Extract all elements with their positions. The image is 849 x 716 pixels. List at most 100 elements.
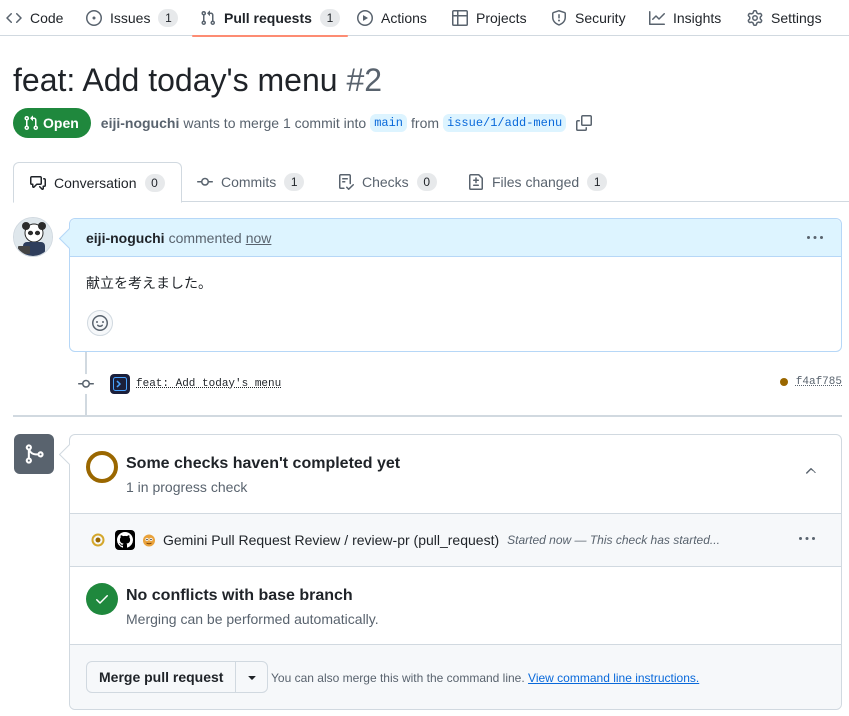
nav-settings-label: Settings [771,10,822,26]
base-branch[interactable]: main [370,114,408,132]
checks-summary[interactable]: Some checks haven't completed yet 1 in p… [70,435,841,514]
pending-dot-icon[interactable] [779,378,788,386]
conflicts-title: No conflicts with base branch [126,587,353,604]
tab-conversation-label: Conversation [54,174,137,191]
comment-author[interactable]: eiji-noguchi [86,230,165,246]
checklist-icon [338,174,354,190]
code-icon [6,10,22,26]
commit-sha-link[interactable]: f4af785 [796,376,842,388]
command-line-instructions-link[interactable]: View command line instructions. [528,671,699,685]
head-branch[interactable]: issue/1/add-menu [443,114,567,132]
nav-security[interactable]: Security [551,0,626,36]
pr-title: feat: Add today's menu #2 [13,62,382,99]
tab-commits-label: Commits [221,174,277,190]
conversation-counter: 0 [144,173,165,192]
comment-body: 献立を考えました。 [86,276,212,292]
issue-opened-icon [86,10,102,26]
checks-subtitle: 1 in progress check [126,479,248,495]
play-icon [357,10,373,26]
comment-header: eiji-noguchi commented now [70,219,841,257]
commit-author-avatar[interactable] [110,374,130,394]
check-circle-icon [86,583,118,615]
merge-method-dropdown[interactable] [235,662,267,692]
commits-counter: 1 [284,173,305,191]
tab-conversation[interactable]: Conversation 0 [13,162,182,203]
nav-settings[interactable]: Settings [747,0,822,36]
chevron-up-icon[interactable] [803,463,819,479]
nav-pull-requests-label: Pull requests [224,10,312,26]
pending-ring-icon [86,451,118,483]
pr-state-badge: Open [13,108,91,138]
nav-issues[interactable]: Issues 1 [86,0,179,36]
avatar[interactable] [13,217,53,257]
in-progress-icon [90,532,106,548]
comment-action: commented [168,229,242,246]
pr-author-link[interactable]: eiji-noguchi [101,115,180,131]
git-commit-icon [197,174,213,190]
conflicts-status: No conflicts with base branch Merging ca… [70,567,841,645]
bot-emoji-icon [142,533,156,547]
nav-insights[interactable]: Insights [649,0,721,36]
files-changed-counter: 1 [587,173,608,191]
comment-timestamp[interactable]: now [246,230,272,246]
merge-actions: Merge pull request You can also merge th… [70,645,841,709]
nav-actions-label: Actions [381,10,427,26]
nav-insights-label: Insights [673,10,722,26]
add-reaction-button[interactable] [87,310,113,336]
git-pull-request-icon [200,10,216,26]
merge-hint: You can also merge this with the command… [271,671,699,685]
checks-counter: 0 [416,173,437,191]
commit-message-link[interactable]: feat: Add today's menu [136,378,281,390]
tab-checks-label: Checks [362,174,409,190]
nav-actions[interactable]: Actions [357,0,427,36]
nav-projects-label: Projects [476,10,527,26]
pr-from-text: from [411,115,440,131]
shield-icon [551,10,567,26]
pr-tabs: Conversation 0 Commits 1 Checks 0 Files … [13,162,849,203]
pr-state-label: Open [43,115,79,131]
kebab-horizontal-icon[interactable] [807,230,823,246]
repo-nav: Code Issues 1 Pull requests 1 Actions Pr… [0,0,849,37]
merge-pull-request-button[interactable]: Merge pull request [87,662,235,692]
merge-button-group: Merge pull request [86,661,269,693]
nav-code-label: Code [30,10,64,26]
tab-commits[interactable]: Commits 1 [197,162,305,202]
kebab-horizontal-icon[interactable] [799,531,815,547]
table-icon [452,10,468,26]
pr-title-text: feat: Add today's menu [13,62,338,98]
checks-title: Some checks haven't completed yet [126,455,401,472]
git-commit-icon [76,374,96,394]
github-logo-icon [115,530,135,550]
timeline-divider [13,415,842,417]
check-run-name[interactable]: Gemini Pull Request Review / review-pr (… [163,532,499,548]
tab-files-changed-label: Files changed [492,174,580,190]
nav-security-label: Security [575,10,626,26]
git-pull-request-icon [23,115,39,131]
merge-hint-text: You can also merge this with the command… [271,671,525,685]
file-diff-icon [468,174,484,190]
pr-meta: Open eiji-noguchi wants to merge 1 commi… [13,108,593,138]
merge-box: Some checks haven't completed yet 1 in p… [69,434,842,710]
conflicts-subtitle: Merging can be performed automatically. [126,611,379,627]
smiley-icon [92,315,108,331]
issues-counter: 1 [158,9,179,27]
git-merge-icon [14,434,54,474]
timeline-commit: feat: Add today's menu f4af785 [76,372,842,396]
comment-discussion-icon [30,175,46,191]
nav-projects[interactable]: Projects [452,0,527,36]
nav-issues-label: Issues [110,10,151,26]
tab-files-changed[interactable]: Files changed 1 [468,162,608,202]
check-run-row[interactable]: Gemini Pull Request Review / review-pr (… [70,514,841,567]
commit-status: f4af785 [779,376,842,388]
nav-code[interactable]: Code [6,0,63,36]
copy-icon[interactable] [576,115,593,131]
check-run: Gemini Pull Request Review / review-pr (… [90,530,720,550]
check-run-detail: Started now — This check has started... [507,533,720,547]
tab-checks[interactable]: Checks 0 [338,162,437,202]
comment: eiji-noguchi commented now 献立を考えました。 [69,218,842,352]
pr-merge-text: wants to merge 1 commit into [183,115,367,131]
gear-icon [747,10,763,26]
triangle-down-icon [244,669,260,685]
pull-requests-counter: 1 [319,9,340,27]
nav-pull-requests[interactable]: Pull requests 1 [192,0,348,37]
